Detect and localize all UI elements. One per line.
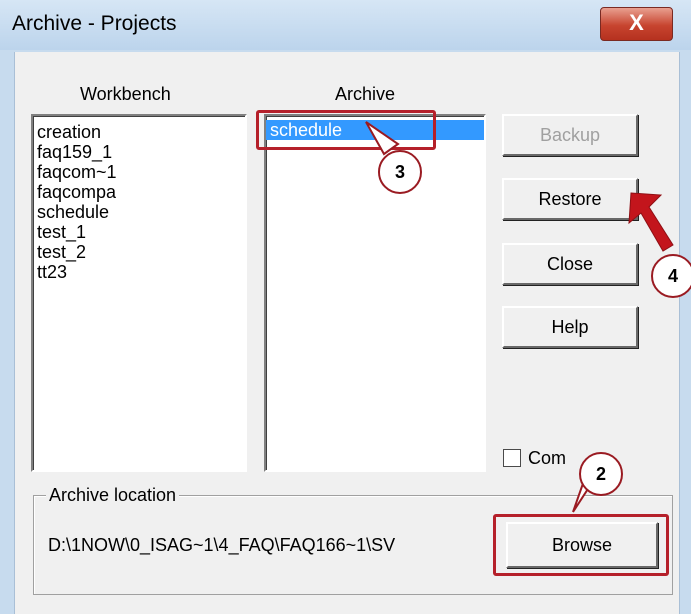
annotation-step-2: 2 [579, 452, 623, 496]
compress-label: Com [528, 448, 567, 468]
workbench-header: Workbench [80, 84, 171, 104]
window-title: Archive - Projects [12, 12, 177, 35]
window-close-button[interactable]: X [600, 7, 673, 41]
annotation-highlight-browse [493, 514, 669, 576]
workbench-item-creation[interactable]: creation [33, 122, 245, 142]
archive-path-text: D:\1NOW\0_ISAG~1\4_FAQ\FAQ166~1\SV [48, 535, 396, 555]
workbench-item-faq159-1[interactable]: faq159_1 [33, 142, 245, 162]
workbench-item-schedule[interactable]: schedule [33, 202, 245, 222]
close-icon: X [629, 10, 644, 35]
workbench-item-test-1[interactable]: test_1 [33, 222, 245, 242]
workbench-item-faqcom-1[interactable]: faqcom~1 [33, 162, 245, 182]
annotation-step-4: 4 [651, 254, 691, 298]
workbench-item-faqcompa[interactable]: faqcompa [33, 182, 245, 202]
backup-button[interactable]: Backup [502, 114, 638, 156]
archive-header: Archive [335, 84, 396, 104]
annotation-arrow-4 [628, 192, 674, 252]
workbench-item-tt23[interactable]: tt23 [33, 262, 245, 282]
workbench-listbox[interactable]: creation faq159_1 faqcom~1 faqcompa sche… [31, 114, 247, 472]
compress-checkbox[interactable] [503, 449, 521, 467]
archive-location-label: Archive location [46, 485, 180, 506]
annotation-step-3: 3 [378, 150, 422, 194]
help-button[interactable]: Help [502, 306, 638, 348]
workbench-item-test-2[interactable]: test_2 [33, 242, 245, 262]
